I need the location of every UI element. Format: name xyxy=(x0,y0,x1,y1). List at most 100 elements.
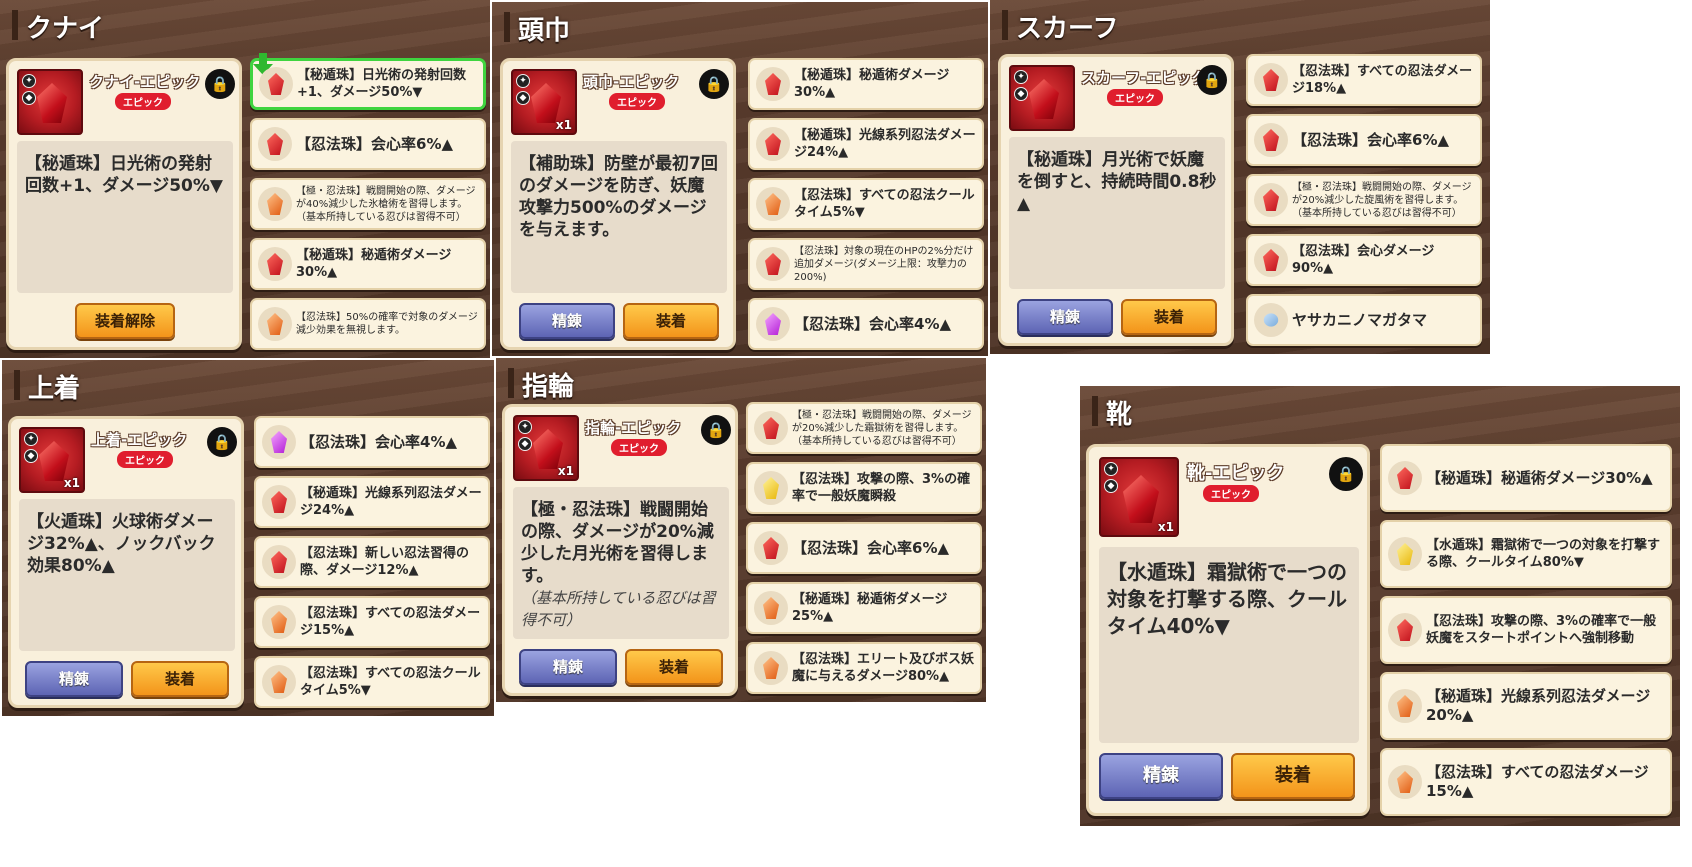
fire-icon: ✦ xyxy=(24,432,38,446)
option-slot[interactable]: 【忍法珠】攻撃の際、3%の確率で一般妖魔をスタートポイントへ強制移動 xyxy=(1380,596,1672,664)
equip-button[interactable]: 装着 xyxy=(1121,299,1217,335)
option-slot[interactable]: 【忍法珠】攻撃の際、3%の確率で一般妖魔瞬殺 xyxy=(746,462,982,514)
rarity-badge: エピック xyxy=(117,451,173,468)
item-gem-icon: ✦ ◆ x1 xyxy=(1099,457,1179,537)
unequip-button[interactable]: 装着解除 xyxy=(75,303,175,339)
panel-title: 指輪 xyxy=(507,366,574,403)
lock-icon[interactable]: 🔒 xyxy=(1197,65,1227,95)
red-gem-icon xyxy=(262,485,296,519)
magatama-icon xyxy=(1254,303,1288,337)
gem-icon xyxy=(533,429,563,469)
option-slot[interactable]: ヤサカニノマガタマ xyxy=(1246,294,1482,346)
panel-title: スカーフ xyxy=(1001,8,1118,45)
gem-icon xyxy=(1123,475,1159,523)
lock-icon[interactable]: 🔒 xyxy=(701,415,731,445)
option-slot[interactable]: 【忍法珠】新しい忍法習得の際、ダメージ12%▲ xyxy=(254,536,490,588)
equip-button[interactable]: 装着 xyxy=(623,303,719,339)
option-slot[interactable]: 【水遁珠】霜獄術で一つの対象を打撃する際、クールタイム80%▼ xyxy=(1380,520,1672,588)
option-text: 【秘遁珠】日光術の発射回数+1、ダメージ50%▼ xyxy=(297,68,467,100)
option-text: 【秘遁珠】秘遁術ダメージ25%▲ xyxy=(792,592,948,624)
option-text: 【忍法珠】会心率4%▲ xyxy=(300,432,458,451)
rarity-badge: エピック xyxy=(611,439,667,456)
option-slot[interactable]: 【忍法珠】会心ダメージ90%▲ xyxy=(1246,234,1482,286)
refine-button[interactable]: 精錬 xyxy=(1017,299,1113,335)
red-gem-icon xyxy=(1254,63,1288,97)
option-text: 【忍法珠】攻撃の際、3%の確率で一般妖魔をスタートポイントへ強制移動 xyxy=(1426,614,1657,646)
orange-gem-icon xyxy=(756,187,790,221)
equip-button[interactable]: 装着 xyxy=(625,649,723,685)
snowflake-icon: ✦ xyxy=(1104,462,1118,476)
count-label: x1 xyxy=(1157,520,1174,534)
option-slot[interactable]: 【忍法珠】会心率4%▲ xyxy=(254,416,490,468)
option-slot[interactable]: 【忍法珠】すべての忍法ダメージ15%▲ xyxy=(254,596,490,648)
equip-button[interactable]: 装着 xyxy=(131,661,229,697)
option-text: 【忍法珠】攻撃の際、3%の確率で一般妖魔瞬殺 xyxy=(792,472,971,504)
item-name: クナイ-エピック xyxy=(89,73,201,91)
orange-gem-icon xyxy=(1388,765,1422,799)
description-note: （基本所持している忍びは習得不可） xyxy=(521,589,716,629)
option-slot[interactable]: 【忍法珠】すべての忍法クールタイム5%▼ xyxy=(254,656,490,708)
option-slot[interactable]: 【忍法珠】すべての忍法ダメージ15%▲ xyxy=(1380,748,1672,816)
option-text: 【忍法珠】すべての忍法ダメージ18%▲ xyxy=(1292,64,1473,96)
purple-gem-icon xyxy=(262,425,296,459)
option-slot[interactable]: 【忍法珠】会心率4%▲ xyxy=(748,298,984,350)
option-slot[interactable]: 【秘遁珠】秘遁術ダメージ30%▲ xyxy=(250,238,486,290)
equip-button[interactable]: 装着 xyxy=(1231,753,1355,799)
panel-title: 上着 xyxy=(13,368,80,405)
panel-title: 頭巾 xyxy=(503,10,570,47)
purple-gem-icon xyxy=(756,307,790,341)
option-slot[interactable]: 【秘遁珠】秘遁術ダメージ30%▲ xyxy=(748,58,984,110)
description-text: 【極・忍法珠】戦闘開始の際、ダメージが20%減少した月光術を習得します。 xyxy=(521,500,714,586)
rarity-badge: エピック xyxy=(609,93,665,110)
refine-button[interactable]: 精錬 xyxy=(519,303,615,339)
orange-gem-icon xyxy=(754,591,788,625)
item-description: 【火遁珠】火球術ダメージ32%▲、ノックバック効果80%▲ xyxy=(19,499,235,651)
cross-icon: ✦ xyxy=(518,420,532,434)
count-label: x1 xyxy=(557,464,574,478)
refine-button[interactable]: 精錬 xyxy=(519,649,617,685)
red-gem-icon xyxy=(1254,123,1288,157)
lock-icon[interactable]: 🔒 xyxy=(205,69,235,99)
yellow-gem-icon xyxy=(754,471,788,505)
option-slot[interactable]: 【忍法珠】50%の確率で対象のダメージ減少効果を無視します。 xyxy=(250,298,486,350)
option-slot[interactable]: 【忍法珠】会心率6%▲ xyxy=(746,522,982,574)
option-slot[interactable]: 【秘遁珠】光線系列忍法ダメージ20%▲ xyxy=(1380,672,1672,740)
option-slot[interactable]: 【秘遁珠】光線系列忍法ダメージ24%▲ xyxy=(748,118,984,170)
panel-title: クナイ xyxy=(11,8,104,45)
option-slot[interactable]: 【極・忍法珠】戦闘開始の際、ダメージが20%減少した旋風術を習得します。（基本所… xyxy=(1246,174,1482,226)
panel-uwagi: 上着 ✦ ◆ x1 上着-エピック エピック 🔒 【火遁珠】火球術ダメージ32%▲、… xyxy=(2,360,494,716)
lock-icon[interactable]: 🔒 xyxy=(699,69,729,99)
option-slot[interactable]: 【秘遁珠】日光術の発射回数+1、ダメージ50%▼ xyxy=(250,53,486,110)
option-slot[interactable]: 【秘遁珠】秘遁術ダメージ25%▲ xyxy=(746,582,982,634)
option-slot[interactable]: 【忍法珠】エリート及びボス妖魔に与えるダメージ80%▲ xyxy=(746,642,982,694)
element-icon: ◆ xyxy=(24,449,38,463)
item-description: 【補助珠】防壁が最初7回のダメージを防ぎ、妖魔攻撃力500%のダメージを与えます… xyxy=(511,141,727,293)
item-gem-icon: ✦ ◆ xyxy=(1009,65,1075,131)
option-slot[interactable]: 【忍法珠】会心率6%▲ xyxy=(250,118,486,170)
refine-button[interactable]: 精錬 xyxy=(1099,753,1223,799)
option-slot[interactable]: 【忍法珠】すべての忍法ダメージ18%▲ xyxy=(1246,54,1482,106)
item-card: ✦ ◆ x1 上着-エピック エピック 🔒 【火遁珠】火球術ダメージ32%▲、ノック… xyxy=(8,416,244,708)
option-slot[interactable]: 【極・忍法珠】戦闘開始の際、ダメージが40%減少した氷槍術を習得します。（基本所… xyxy=(250,178,486,230)
lock-icon[interactable]: 🔒 xyxy=(207,427,237,457)
orange-gem-icon xyxy=(258,307,292,341)
panel-title: 靴 xyxy=(1091,394,1132,431)
option-slot[interactable]: 【忍法珠】対象の現在のHPの2%分だけ追加ダメージ(ダメージ上限：攻撃力の200… xyxy=(748,238,984,290)
element-icon: ◆ xyxy=(516,91,530,105)
element-icon: ◆ xyxy=(518,437,532,451)
option-slot[interactable]: 【秘遁珠】秘遁術ダメージ30%▲ xyxy=(1380,444,1672,512)
item-card: ✦ ◆ x1 靴-エピック エピック 🔒 【水遁珠】霜獄術で一つの対象を打撃する際、… xyxy=(1086,444,1370,816)
yellow-gem-icon xyxy=(1388,537,1422,571)
option-slot[interactable]: 【忍法珠】すべての忍法クールタイム5%▼ xyxy=(748,178,984,230)
lock-icon[interactable]: 🔒 xyxy=(1329,457,1363,491)
option-slot[interactable]: 【忍法珠】会心率6%▲ xyxy=(1246,114,1482,166)
option-slot[interactable]: 【秘遁珠】光線系列忍法ダメージ24%▲ xyxy=(254,476,490,528)
option-text: ヤサカニノマガタマ xyxy=(1292,310,1428,329)
item-card: ✦ ◆ x1 指輪-エピック エピック 🔒 【極・忍法珠】戦闘開始の際、ダメージが2… xyxy=(502,404,738,696)
item-name: スカーフ-エピック xyxy=(1081,69,1207,87)
option-text: 【忍法珠】すべての忍法ダメージ15%▲ xyxy=(300,606,481,638)
option-text: 【忍法珠】新しい忍法習得の際、ダメージ12%▲ xyxy=(300,546,470,578)
refine-button[interactable]: 精錬 xyxy=(25,661,123,697)
paw-icon: ✦ xyxy=(516,74,530,88)
option-slot[interactable]: 【極・忍法珠】戦闘開始の際、ダメージが20%減少した霜獄術を習得します。（基本所… xyxy=(746,402,982,454)
